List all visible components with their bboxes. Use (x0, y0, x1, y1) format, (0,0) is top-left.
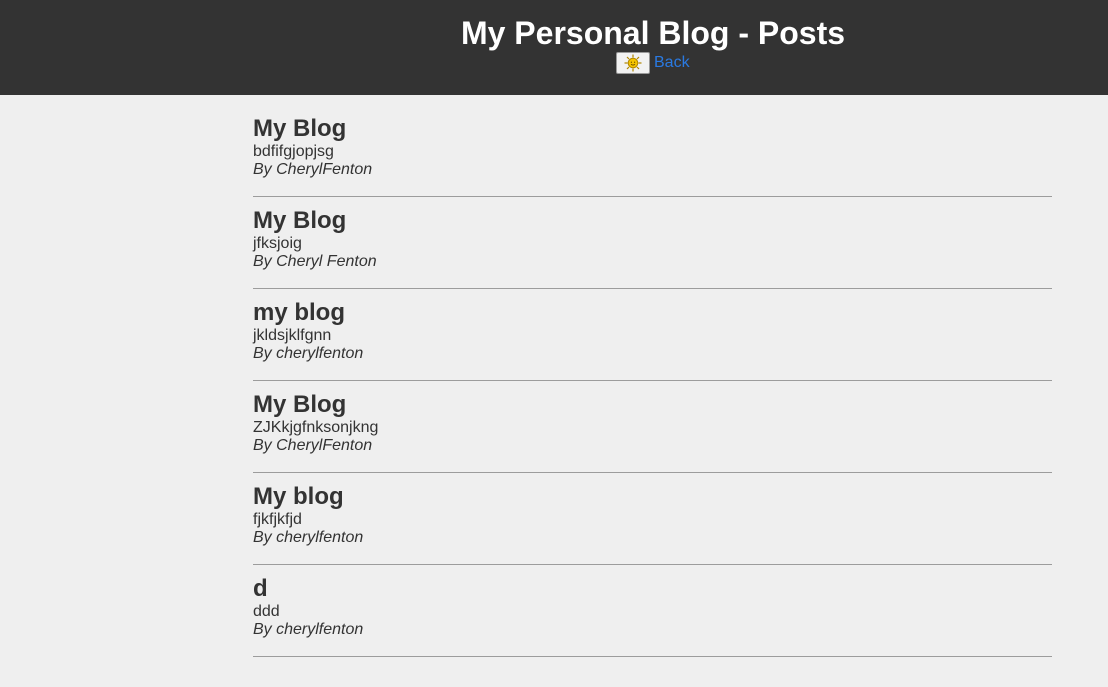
post-title[interactable]: My blog (253, 483, 1052, 511)
page-header: My Personal Blog - Posts Back (0, 0, 1108, 95)
sun-icon (624, 54, 642, 72)
post-list: My Blog bdfifgjopjsg By CherylFenton My … (253, 115, 1052, 667)
theme-toggle-button[interactable] (616, 52, 650, 74)
post-item: my blog jkldsjklfgnn By cherylfenton (253, 299, 1052, 381)
post-author: By cherylfenton (253, 621, 364, 638)
post-item: My blog fjkfjkfjd By cherylfenton (253, 483, 1052, 565)
post-item: My Blog ZJKkjgfnksonjkng By CherylFenton (253, 391, 1052, 473)
post-item: My Blog bdfifgjopjsg By CherylFenton (253, 115, 1052, 197)
post-body: ZJKkjgfnksonjkng (253, 419, 379, 436)
post-title[interactable]: d (253, 575, 1052, 603)
header-actions: Back (616, 52, 690, 74)
post-author: By cherylfenton (253, 529, 364, 546)
post-title[interactable]: My Blog (253, 207, 1052, 235)
post-author: By Cheryl Fenton (253, 253, 377, 270)
post-item: My Blog jfksjoig By Cheryl Fenton (253, 207, 1052, 289)
post-body: jkldsjklfgnn (253, 327, 332, 344)
post-title[interactable]: My Blog (253, 391, 1052, 419)
post-author: By CherylFenton (253, 161, 373, 178)
post-title[interactable]: My Blog (253, 115, 1052, 143)
post-author: By CherylFenton (253, 437, 373, 454)
post-body: ddd (253, 603, 280, 620)
post-body: fjkfjkfjd (253, 511, 302, 528)
page-title: My Personal Blog - Posts (460, 15, 846, 51)
post-body: jfksjoig (253, 235, 302, 252)
post-title[interactable]: my blog (253, 299, 1052, 327)
post-item: d ddd By cherylfenton (253, 575, 1052, 657)
post-author: By cherylfenton (253, 345, 364, 362)
post-body: bdfifgjopjsg (253, 143, 334, 160)
back-link[interactable]: Back (654, 52, 690, 74)
